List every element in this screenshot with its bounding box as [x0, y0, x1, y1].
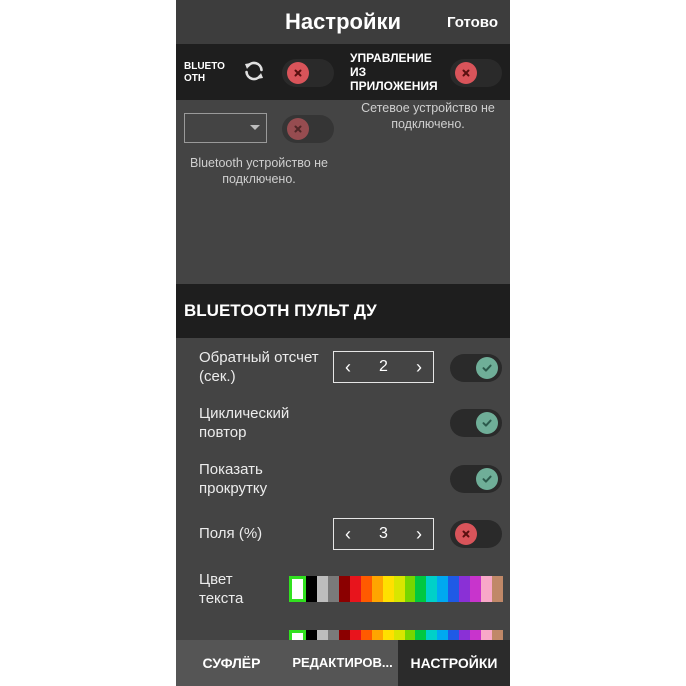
show-scroll-toggle[interactable] — [450, 465, 502, 493]
toggle-knob — [476, 412, 498, 434]
color-swatch[interactable] — [404, 576, 416, 602]
color-swatch[interactable] — [481, 576, 493, 602]
tab-settings[interactable]: НАСТРОЙКИ — [398, 640, 510, 686]
countdown-stepper[interactable]: ‹ 2 › — [333, 351, 434, 383]
refresh-icon[interactable] — [242, 59, 266, 83]
app-control-toggle[interactable] — [450, 59, 502, 87]
close-icon — [462, 69, 470, 77]
check-icon — [482, 419, 492, 427]
check-icon — [482, 364, 492, 372]
bluetooth-device-toggle[interactable] — [282, 115, 334, 143]
color-swatch[interactable] — [360, 576, 372, 602]
color-swatch[interactable] — [393, 576, 405, 602]
color-swatch[interactable] — [349, 576, 361, 602]
decrement-button[interactable]: ‹ — [334, 519, 362, 549]
toggle-knob — [287, 62, 309, 84]
close-icon — [462, 530, 470, 538]
countdown-toggle[interactable] — [450, 354, 502, 382]
decrement-button[interactable]: ‹ — [334, 352, 362, 382]
cyclic-toggle[interactable] — [450, 409, 502, 437]
color-swatch[interactable] — [371, 576, 383, 602]
color-swatch[interactable] — [492, 576, 504, 602]
network-status: Сетевое устройство не подключено. — [361, 101, 495, 131]
close-icon — [294, 125, 302, 133]
color-swatch[interactable] — [459, 576, 471, 602]
margins-stepper[interactable]: ‹ 3 › — [333, 518, 434, 550]
toggle-knob — [287, 118, 309, 140]
color-swatch[interactable] — [470, 576, 482, 602]
bluetooth-status: Bluetooth устройство не подключено. — [189, 156, 329, 186]
settings-screen: Настройки Готово BLUETO OTH УПРАВЛЕНИЕ И… — [176, 0, 510, 686]
margins-value: 3 — [379, 525, 388, 542]
show-scroll-label: Показать прокрутку — [199, 461, 268, 497]
section-title: BLUETOOTH ПУЛЬТ ДУ — [184, 301, 377, 320]
countdown-label: Обратный отсчет (сек.) — [199, 349, 319, 385]
check-icon — [482, 475, 492, 483]
bluetooth-toggle[interactable] — [282, 59, 334, 87]
color-swatch[interactable] — [382, 576, 394, 602]
increment-button[interactable]: › — [405, 352, 433, 382]
color-swatch[interactable] — [437, 576, 449, 602]
connection-bar: BLUETO OTH УПРАВЛЕНИЕ ИЗ ПРИЛОЖЕНИЯ — [176, 44, 510, 100]
color-swatch[interactable] — [289, 576, 306, 602]
toggle-knob — [455, 62, 477, 84]
tab-editor[interactable]: РЕДАКТИРОВ... — [287, 640, 398, 686]
text-color-label: Цвет текста — [199, 571, 244, 607]
section-header-remote: BLUETOOTH ПУЛЬТ ДУ — [176, 284, 510, 338]
color-swatch[interactable] — [338, 576, 350, 602]
app-control-label: УПРАВЛЕНИЕ ИЗ ПРИЛОЖЕНИЯ — [350, 51, 438, 93]
color-swatch[interactable] — [305, 576, 317, 602]
bottom-tab-bar: СУФЛЁР РЕДАКТИРОВ... НАСТРОЙКИ — [176, 640, 510, 686]
text-color-palette — [289, 576, 504, 602]
color-swatch[interactable] — [415, 576, 427, 602]
margins-toggle[interactable] — [450, 520, 502, 548]
countdown-value: 2 — [379, 358, 388, 375]
close-icon — [294, 69, 302, 77]
top-bar: Настройки Готово — [176, 0, 510, 44]
increment-button[interactable]: › — [405, 519, 433, 549]
color-swatch[interactable] — [426, 576, 438, 602]
cyclic-label: Циклический повтор — [199, 405, 290, 441]
done-button[interactable]: Готово — [447, 14, 498, 31]
tab-prompter[interactable]: СУФЛЁР — [176, 640, 287, 686]
color-swatch[interactable] — [327, 576, 339, 602]
color-swatch[interactable] — [448, 576, 460, 602]
bluetooth-label: BLUETO OTH — [184, 61, 225, 84]
color-swatch[interactable] — [316, 576, 328, 602]
bluetooth-device-select[interactable] — [184, 113, 267, 143]
toggle-knob — [476, 357, 498, 379]
chevron-down-icon — [250, 125, 260, 130]
margins-label: Поля (%) — [199, 525, 263, 542]
toggle-knob — [455, 523, 477, 545]
toggle-knob — [476, 468, 498, 490]
